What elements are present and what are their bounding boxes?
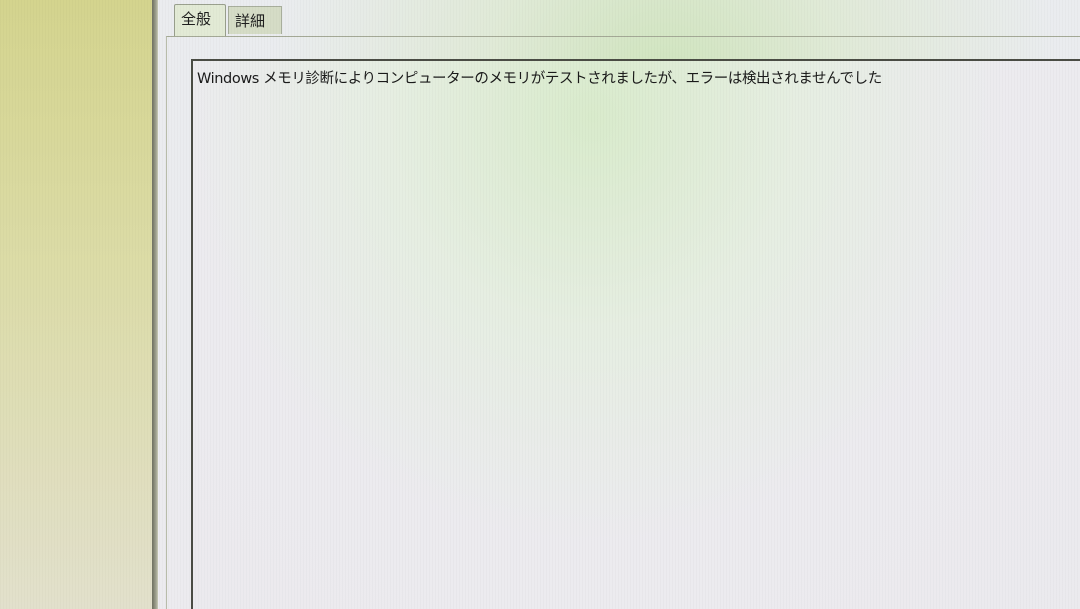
event-description-text: Windows メモリ診断によりコンピューターのメモリがテストされましたが、エラ… [197, 71, 882, 87]
event-description-box[interactable]: Windows メモリ診断によりコンピューターのメモリがテストされましたが、エラ… [191, 59, 1080, 609]
tab-strip: 全般 詳細 [158, 0, 1080, 38]
tab-general[interactable]: 全般 [174, 4, 226, 36]
tab-details[interactable]: 詳細 [228, 6, 282, 34]
event-properties-dialog: 全般 詳細 Windows メモリ診断によりコンピューターのメモリがテストされま… [158, 0, 1080, 609]
general-tab-panel: Windows メモリ診断によりコンピューターのメモリがテストされましたが、エラ… [166, 36, 1080, 609]
desktop-background [0, 0, 152, 609]
